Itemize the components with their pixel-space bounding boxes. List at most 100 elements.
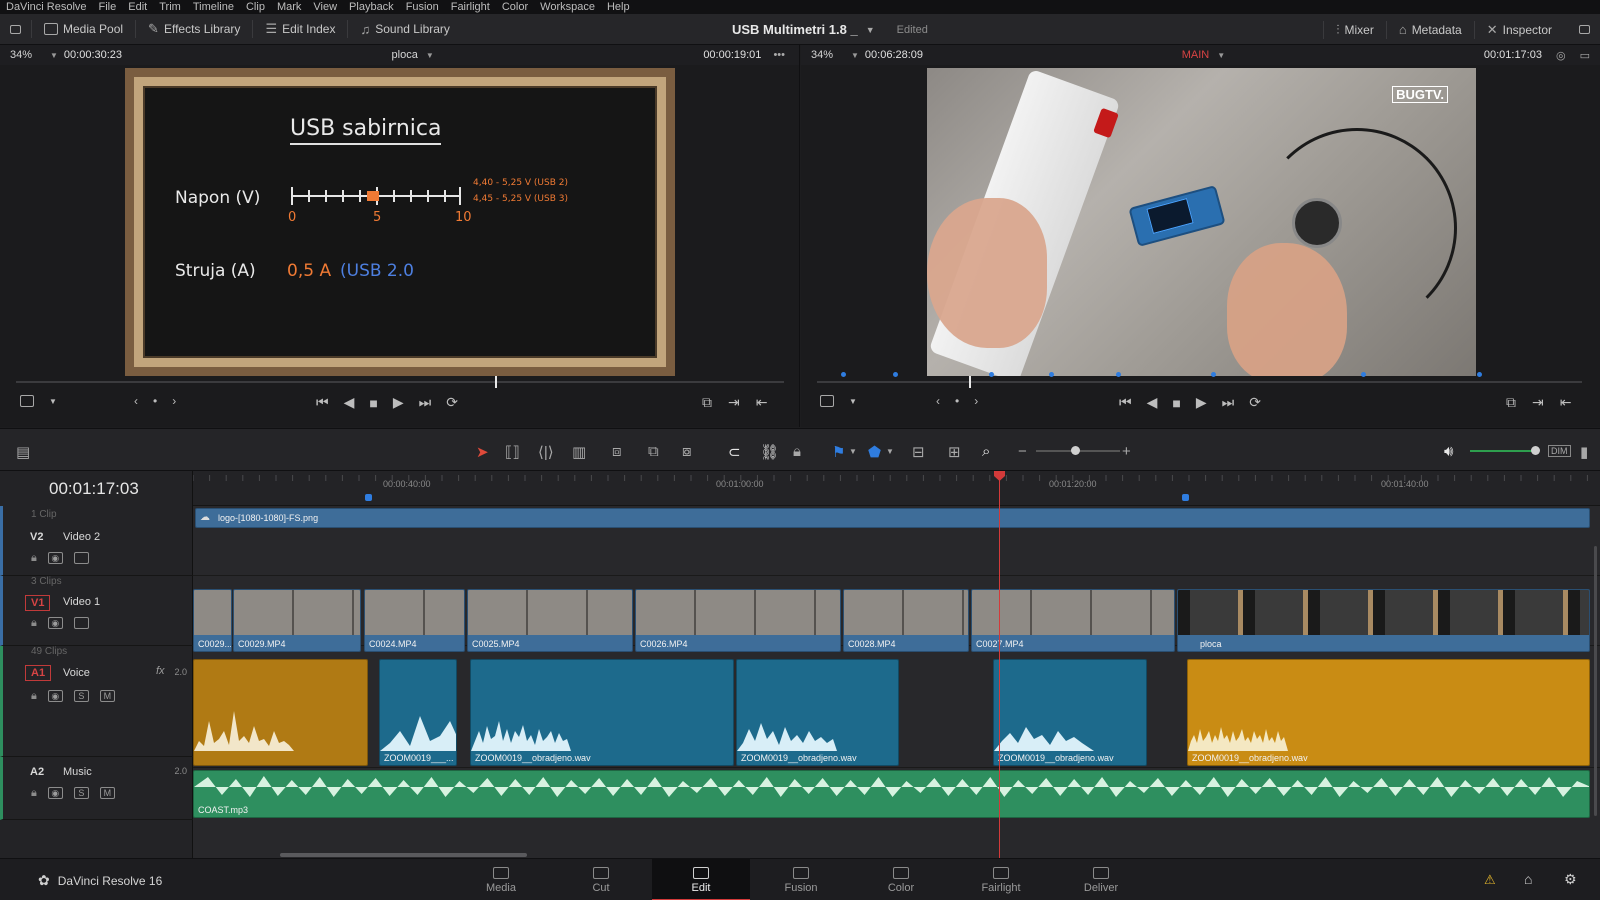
source-clip-selector[interactable]: ploca ▼: [122, 49, 703, 61]
audio-clip[interactable]: ZOOM0019___...: [379, 659, 457, 766]
inspector-button[interactable]: ✕ Inspector: [1475, 14, 1564, 45]
lock-icon[interactable]: 🔒︎: [31, 552, 37, 565]
menu-trim[interactable]: Trim: [159, 1, 181, 13]
timeline-zoom[interactable]: 34%: [801, 49, 851, 61]
marker[interactable]: [1361, 372, 1366, 377]
zoom-detail-icon[interactable]: ⊞: [948, 443, 961, 461]
timeline-scrub-bar[interactable]: [817, 381, 1582, 383]
flag-icon[interactable]: ⚑: [832, 443, 845, 461]
timeline-scrollbar[interactable]: [280, 853, 527, 857]
video-clip-ploca[interactable]: ploca: [1177, 589, 1590, 652]
zoom-custom-icon[interactable]: ⌕: [982, 443, 990, 460]
timeline-selector[interactable]: MAIN ▼: [923, 49, 1484, 61]
solo-button[interactable]: S: [73, 690, 89, 702]
media-pool-button[interactable]: Media Pool: [32, 14, 135, 44]
timeline-jog-control[interactable]: ‹ • ›: [936, 394, 978, 408]
track-name[interactable]: Voice: [63, 667, 90, 679]
marker[interactable]: [1211, 372, 1216, 377]
track-header-a1[interactable]: 49 Clips A1 Voice fx 2.0 🔒︎ ◉ S M: [0, 646, 193, 757]
match-frame-icon[interactable]: ⧉: [1506, 394, 1516, 411]
source-zoom[interactable]: 34%: [0, 49, 50, 61]
mark-out-icon[interactable]: ⇤: [1560, 394, 1572, 411]
video-clip[interactable]: C0026.MP4: [635, 589, 841, 652]
track-header-v1[interactable]: 3 Clips V1 Video 1 🔒︎ ◉: [0, 576, 193, 646]
marker[interactable]: [1049, 372, 1054, 377]
menu-mark[interactable]: Mark: [277, 1, 301, 13]
display-icon[interactable]: ▭: [1580, 49, 1590, 62]
menu-app[interactable]: DaVinci Resolve: [6, 1, 87, 13]
menu-clip[interactable]: Clip: [246, 1, 265, 13]
loop-icon[interactable]: ⟳: [446, 394, 458, 411]
timeline-playhead[interactable]: [999, 471, 1000, 858]
zoom-full-icon[interactable]: ⊟: [912, 443, 925, 461]
video-clip[interactable]: C0024.MP4: [364, 589, 465, 652]
play-reverse-icon[interactable]: ◀: [344, 394, 355, 411]
menu-file[interactable]: File: [99, 1, 117, 13]
zoom-in-icon[interactable]: +: [1122, 443, 1131, 460]
marker-icon[interactable]: ⬟: [868, 443, 881, 461]
track-name[interactable]: Video 2: [63, 531, 100, 543]
color-wheel-icon[interactable]: ◎: [1556, 49, 1566, 62]
page-tab-edit[interactable]: Edit: [652, 859, 750, 900]
audio-clip[interactable]: ZOOM0019__obradjeno.wav: [993, 659, 1147, 766]
track-visibility-icon[interactable]: [73, 617, 89, 629]
edit-index-button[interactable]: ☰ Edit Index: [253, 14, 347, 44]
video-clip[interactable]: C0029...: [193, 589, 232, 652]
volume-slider[interactable]: [1470, 450, 1536, 452]
more-options-icon[interactable]: •••: [773, 49, 785, 61]
source-view-options[interactable]: ▼: [20, 395, 57, 407]
effects-library-button[interactable]: ✎ Effects Library: [136, 14, 252, 44]
track-id[interactable]: V1: [25, 595, 51, 611]
fx-label[interactable]: fx: [156, 665, 165, 677]
audio-clip[interactable]: ZOOM0019__obradjeno.wav: [1187, 659, 1590, 766]
page-tab-cut[interactable]: Cut: [552, 859, 650, 900]
dim-icon[interactable]: DIM: [1548, 445, 1571, 457]
loop-icon[interactable]: ⟳: [1249, 394, 1261, 411]
video-clip[interactable]: C0028.MP4: [843, 589, 969, 652]
speaker-icon[interactable]: 🔊︎: [1444, 443, 1453, 460]
lock-icon[interactable]: 🔒︎: [31, 690, 37, 703]
skip-forward-icon[interactable]: ⏭: [1222, 394, 1235, 411]
snapping-icon[interactable]: ⊂: [728, 443, 741, 461]
sound-library-button[interactable]: ♫ Sound Library: [348, 14, 461, 44]
stop-icon[interactable]: ■: [1172, 395, 1180, 411]
volume-slider-handle[interactable]: [1531, 446, 1540, 455]
fullscreen-button[interactable]: [1569, 14, 1600, 44]
lock-icon[interactable]: 🔒︎: [31, 617, 37, 630]
menu-timeline[interactable]: Timeline: [193, 1, 234, 13]
track-name[interactable]: Music: [63, 766, 92, 778]
menu-view[interactable]: View: [313, 1, 337, 13]
link-icon[interactable]: ⛓: [760, 443, 779, 461]
marker[interactable]: [893, 372, 898, 377]
mute-button[interactable]: M: [99, 690, 115, 702]
project-title-area[interactable]: USB Multimetri 1.8 _ ▼ Edited: [732, 14, 928, 45]
mark-in-icon[interactable]: ⇥: [728, 394, 740, 411]
timeline-viewer-playhead[interactable]: [969, 376, 971, 388]
page-tab-fusion[interactable]: Fusion: [752, 859, 850, 900]
warning-icon[interactable]: ⚠: [1484, 872, 1496, 888]
lock-icon[interactable]: 🔒︎: [793, 443, 801, 460]
menu-edit[interactable]: Edit: [128, 1, 147, 13]
video-clip[interactable]: C0025.MP4: [467, 589, 633, 652]
trim-tool-icon[interactable]: ⟦⟧: [505, 443, 520, 461]
track-header-v2[interactable]: 1 Clip V2 Video 2 🔒︎ ◉: [0, 506, 193, 576]
blade-tool-icon[interactable]: ▥: [572, 443, 586, 461]
timeline-ruler[interactable]: 00:00:40:00 00:01:00:00 00:01:20:00 00:0…: [193, 471, 1600, 506]
selection-tool-icon[interactable]: ➤: [476, 443, 489, 461]
marker[interactable]: [989, 372, 994, 377]
mark-out-icon[interactable]: ⇤: [756, 394, 768, 411]
menu-help[interactable]: Help: [607, 1, 630, 13]
track-visibility-icon[interactable]: [73, 552, 89, 564]
replace-clip-icon[interactable]: ⧇: [682, 443, 692, 460]
track-header-a2[interactable]: A2 Music 2.0 🔒︎ ◉ S M: [0, 757, 193, 820]
zoom-out-icon[interactable]: −: [1018, 443, 1027, 460]
page-tab-fairlight[interactable]: Fairlight: [952, 859, 1050, 900]
audio-clip[interactable]: ZOOM0019__obradjeno.wav: [470, 659, 734, 766]
auto-select-icon[interactable]: ◉: [47, 617, 63, 629]
timeline-view-options[interactable]: ▼: [820, 395, 857, 407]
chevron-down-icon[interactable]: ▼: [849, 447, 857, 456]
marker[interactable]: [841, 372, 846, 377]
gear-icon[interactable]: ⚙: [1564, 871, 1577, 888]
menu-workspace[interactable]: Workspace: [540, 1, 595, 13]
audio-clip-music[interactable]: COAST.mp3: [193, 770, 1590, 818]
